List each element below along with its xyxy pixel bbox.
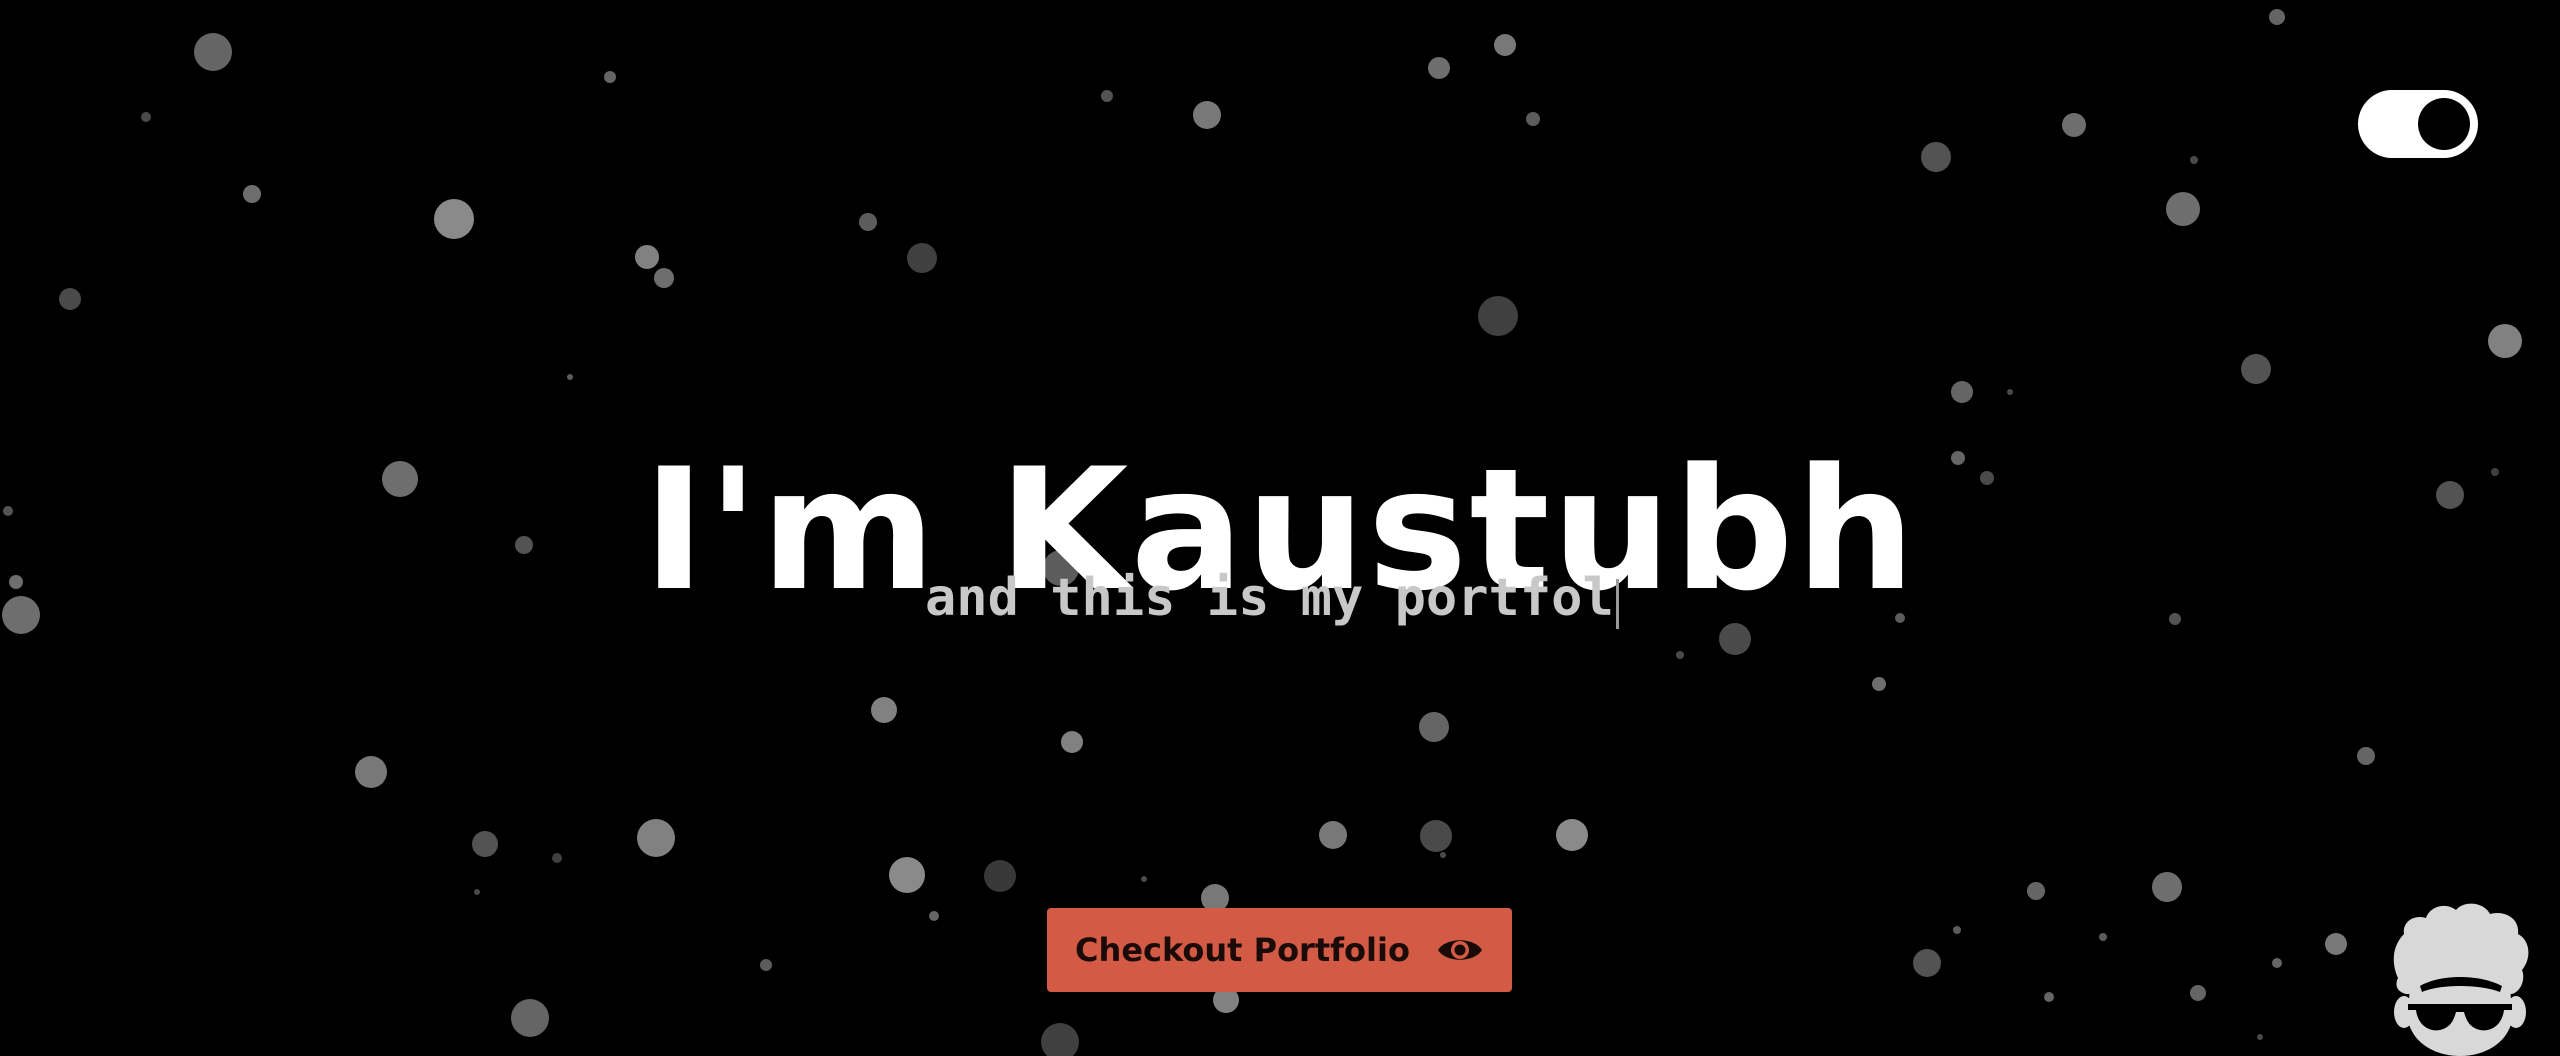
particle-dot: [1913, 949, 1941, 977]
particle-dot: [2257, 1034, 2263, 1040]
particle-dot: [907, 243, 937, 273]
particle-dot: [1061, 731, 1083, 753]
particle-dot: [1319, 821, 1347, 849]
particle-dot: [1428, 57, 1450, 79]
particle-dot: [2272, 958, 2282, 968]
particle-dot: [1141, 876, 1147, 882]
particle-dot: [1041, 1023, 1079, 1056]
hero-subtitle-text: and this is my portfol: [925, 568, 1614, 628]
particle-dot: [194, 33, 232, 71]
particle-dot: [1494, 34, 1516, 56]
particle-dot: [474, 889, 480, 895]
theme-toggle[interactable]: [2358, 90, 2478, 158]
particle-dot: [59, 288, 81, 310]
checkout-portfolio-label: Checkout Portfolio: [1075, 931, 1410, 969]
particle-dot: [1193, 101, 1221, 129]
particle-dot: [1440, 852, 1446, 858]
particle-dot: [2190, 985, 2206, 1001]
particle-dot: [1420, 820, 1452, 852]
particle-dot: [2269, 9, 2285, 25]
particle-dot: [2166, 192, 2200, 226]
particle-dot: [472, 831, 498, 857]
particle-dot: [1872, 677, 1886, 691]
particle-dot: [2099, 933, 2107, 941]
particle-dot: [1526, 112, 1540, 126]
particle-dot: [1478, 296, 1518, 336]
particle-dot: [1921, 142, 1951, 172]
particle-dot: [355, 756, 387, 788]
particle-dot: [552, 853, 562, 863]
particle-dot: [604, 71, 616, 83]
particle-dot: [2241, 354, 2271, 384]
particle-dot: [889, 857, 925, 893]
particle-dot: [2152, 872, 2182, 902]
particle-dot: [1101, 90, 1113, 102]
particle-dot: [1676, 651, 1684, 659]
particle-dot: [760, 959, 772, 971]
theme-toggle-knob[interactable]: [2418, 98, 2470, 150]
hero-subtitle: and this is my portfol: [925, 566, 1619, 630]
particle-dot: [929, 911, 939, 921]
particle-dot: [2044, 992, 2054, 1002]
typing-cursor: [1615, 579, 1619, 629]
particle-dot: [141, 112, 151, 122]
particle-dot: [654, 268, 674, 288]
particle-dot: [567, 374, 573, 380]
particle-dot: [2007, 389, 2013, 395]
particle-dot: [637, 819, 675, 857]
eye-icon: [1437, 940, 1482, 960]
particle-dot: [859, 213, 877, 231]
particle-dot: [434, 199, 474, 239]
particle-dot: [2325, 933, 2347, 955]
particle-dot: [1556, 819, 1588, 851]
particle-dot: [984, 860, 1016, 892]
particle-dot: [2190, 156, 2198, 164]
hero-section: I'm Kaustubh and this is my portfol Chec…: [0, 0, 2560, 1056]
particle-dot: [2027, 882, 2045, 900]
particle-dot: [871, 697, 897, 723]
particle-dot: [243, 185, 261, 203]
particle-dot: [1953, 926, 1961, 934]
particle-dot: [635, 245, 659, 269]
particle-dot: [2488, 324, 2522, 358]
avatar-sunglasses-icon: [2393, 903, 2529, 1056]
particle-dot: [1419, 712, 1449, 742]
particle-dot: [511, 999, 549, 1037]
particle-dot: [2062, 113, 2086, 137]
checkout-portfolio-button[interactable]: Checkout Portfolio: [1047, 908, 1512, 992]
particle-dot: [2357, 747, 2375, 765]
particle-dot: [1951, 381, 1973, 403]
